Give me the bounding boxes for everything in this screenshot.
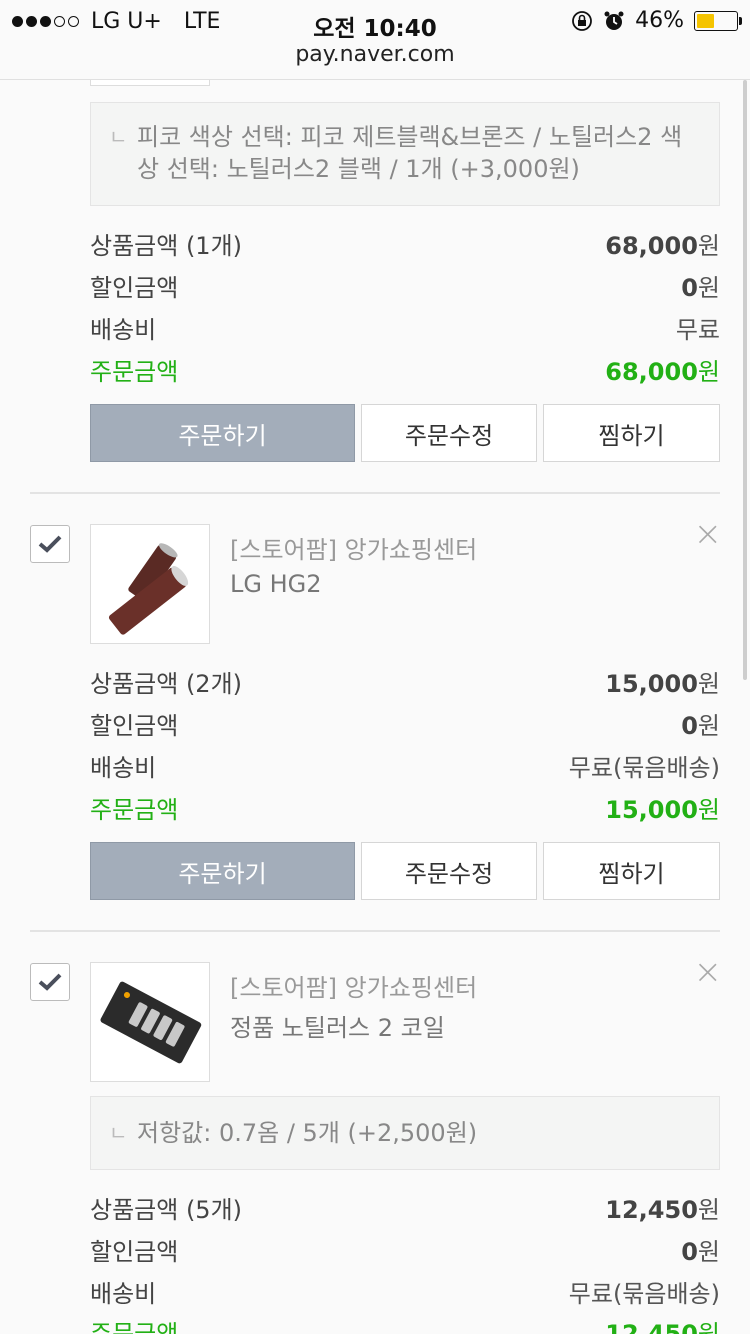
price-label: 상품금액 (5개) (90, 1196, 243, 1224)
shipping-value: 무료(묶음배송) (568, 754, 720, 782)
item-divider (30, 930, 720, 932)
shipping-row: 배송비 무료(묶음배송) (90, 748, 720, 782)
option-text: 피코 색상 선택: 피코 제트블랙&브론즈 / 노틸러스2 색상 선택: 노틸러… (137, 123, 683, 183)
option-box-coil: ㄴ 저항값: 0.7옴 / 5개 (+2,500원) (90, 1096, 720, 1170)
price-value: 12,450원 (605, 1196, 720, 1224)
price-value: 68,000원 (605, 232, 720, 260)
order-total-label: 주문금액 (90, 358, 179, 386)
order-total-row: 주문금액 68,000원 (90, 352, 720, 386)
order-button[interactable]: 주문하기 (90, 842, 355, 900)
alarm-icon (604, 11, 624, 30)
battery-product-image (108, 543, 189, 635)
scrollbar[interactable] (743, 80, 747, 680)
discount-row: 할인금액 0원 (90, 268, 720, 302)
price-row: 상품금액 (2개) 15,000원 (90, 664, 720, 698)
close-icon[interactable]: × (694, 517, 723, 551)
rotation-lock-icon (572, 10, 592, 31)
shipping-label: 배송비 (90, 1280, 157, 1308)
price-label: 상품금액 (2개) (90, 670, 243, 698)
discount-row: 할인금액 0원 (90, 1232, 720, 1266)
wishlist-button[interactable]: 찜하기 (543, 404, 720, 462)
checkmark-icon (38, 535, 62, 553)
order-total-value: 12,450원 (605, 1320, 720, 1334)
order-total-row: 주문금액 12,450원 (90, 1314, 720, 1334)
order-total-row: 주문금액 15,000원 (90, 790, 720, 824)
price-label: 상품금액 (1개) (90, 232, 243, 260)
option-text: 저항값: 0.7옴 / 5개 (+2,500원) (137, 1119, 478, 1147)
shipping-row: 배송비 무료(묶음배송) (90, 1274, 720, 1308)
battery-icon (694, 10, 742, 31)
order-total-value: 68,000원 (605, 358, 720, 386)
discount-label: 할인금액 (90, 274, 179, 302)
status-bar: LG U+ LTE 오전 10:40 46% pay.naver.com (0, 0, 750, 80)
discount-value: 0원 (681, 274, 720, 302)
option-indent-icon: ㄴ (109, 125, 128, 149)
discount-label: 할인금액 (90, 712, 179, 740)
product-thumbnail-coil[interactable] (90, 962, 210, 1082)
order-total-label: 주문금액 (90, 796, 179, 824)
order-total-value: 15,000원 (605, 796, 720, 824)
price-value: 15,000원 (605, 670, 720, 698)
order-button[interactable]: 주문하기 (90, 404, 355, 462)
order-total-label: 주문금액 (90, 1320, 179, 1334)
discount-value: 0원 (681, 712, 720, 740)
shipping-label: 배송비 (90, 754, 157, 782)
battery-level (697, 13, 715, 28)
coil-product-image (100, 981, 202, 1064)
edit-order-button[interactable]: 주문수정 (361, 404, 537, 462)
product-name[interactable]: LG HG2 (230, 570, 322, 598)
item-checkbox[interactable] (30, 525, 70, 563)
wishlist-button[interactable]: 찜하기 (543, 842, 720, 900)
shipping-row: 배송비 무료 (90, 310, 720, 344)
status-icons: 46% (571, 8, 742, 33)
discount-value: 0원 (681, 1238, 720, 1266)
price-row: 상품금액 (5개) 12,450원 (90, 1190, 720, 1224)
shipping-value: 무료(묶음배송) (568, 1280, 720, 1308)
edit-order-button[interactable]: 주문수정 (361, 842, 537, 900)
option-box-pico: ㄴ 피코 색상 선택: 피코 제트블랙&브론즈 / 노틸러스2 색상 선택: 노… (90, 102, 720, 206)
close-icon[interactable]: × (694, 955, 723, 989)
url-bar[interactable]: pay.naver.com (0, 42, 750, 67)
discount-label: 할인금액 (90, 1238, 179, 1266)
battery-percent: 46% (635, 8, 684, 33)
option-indent-icon: ㄴ (109, 1121, 128, 1145)
item-checkbox[interactable] (30, 963, 70, 1001)
product-name[interactable]: 정품 노틸러스 2 코일 (230, 1008, 445, 1043)
product-thumbnail-battery[interactable] (90, 524, 210, 644)
shipping-value: 무료 (675, 316, 720, 344)
item-divider (30, 492, 720, 494)
discount-row: 할인금액 0원 (90, 706, 720, 740)
checkmark-icon (38, 973, 62, 991)
shipping-label: 배송비 (90, 316, 157, 344)
price-row: 상품금액 (1개) 68,000원 (90, 226, 720, 260)
seller-name[interactable]: [스토어팜] 앙가쇼핑센터 (230, 968, 477, 1003)
seller-name[interactable]: [스토어팜] 앙가쇼핑센터 (230, 530, 477, 565)
